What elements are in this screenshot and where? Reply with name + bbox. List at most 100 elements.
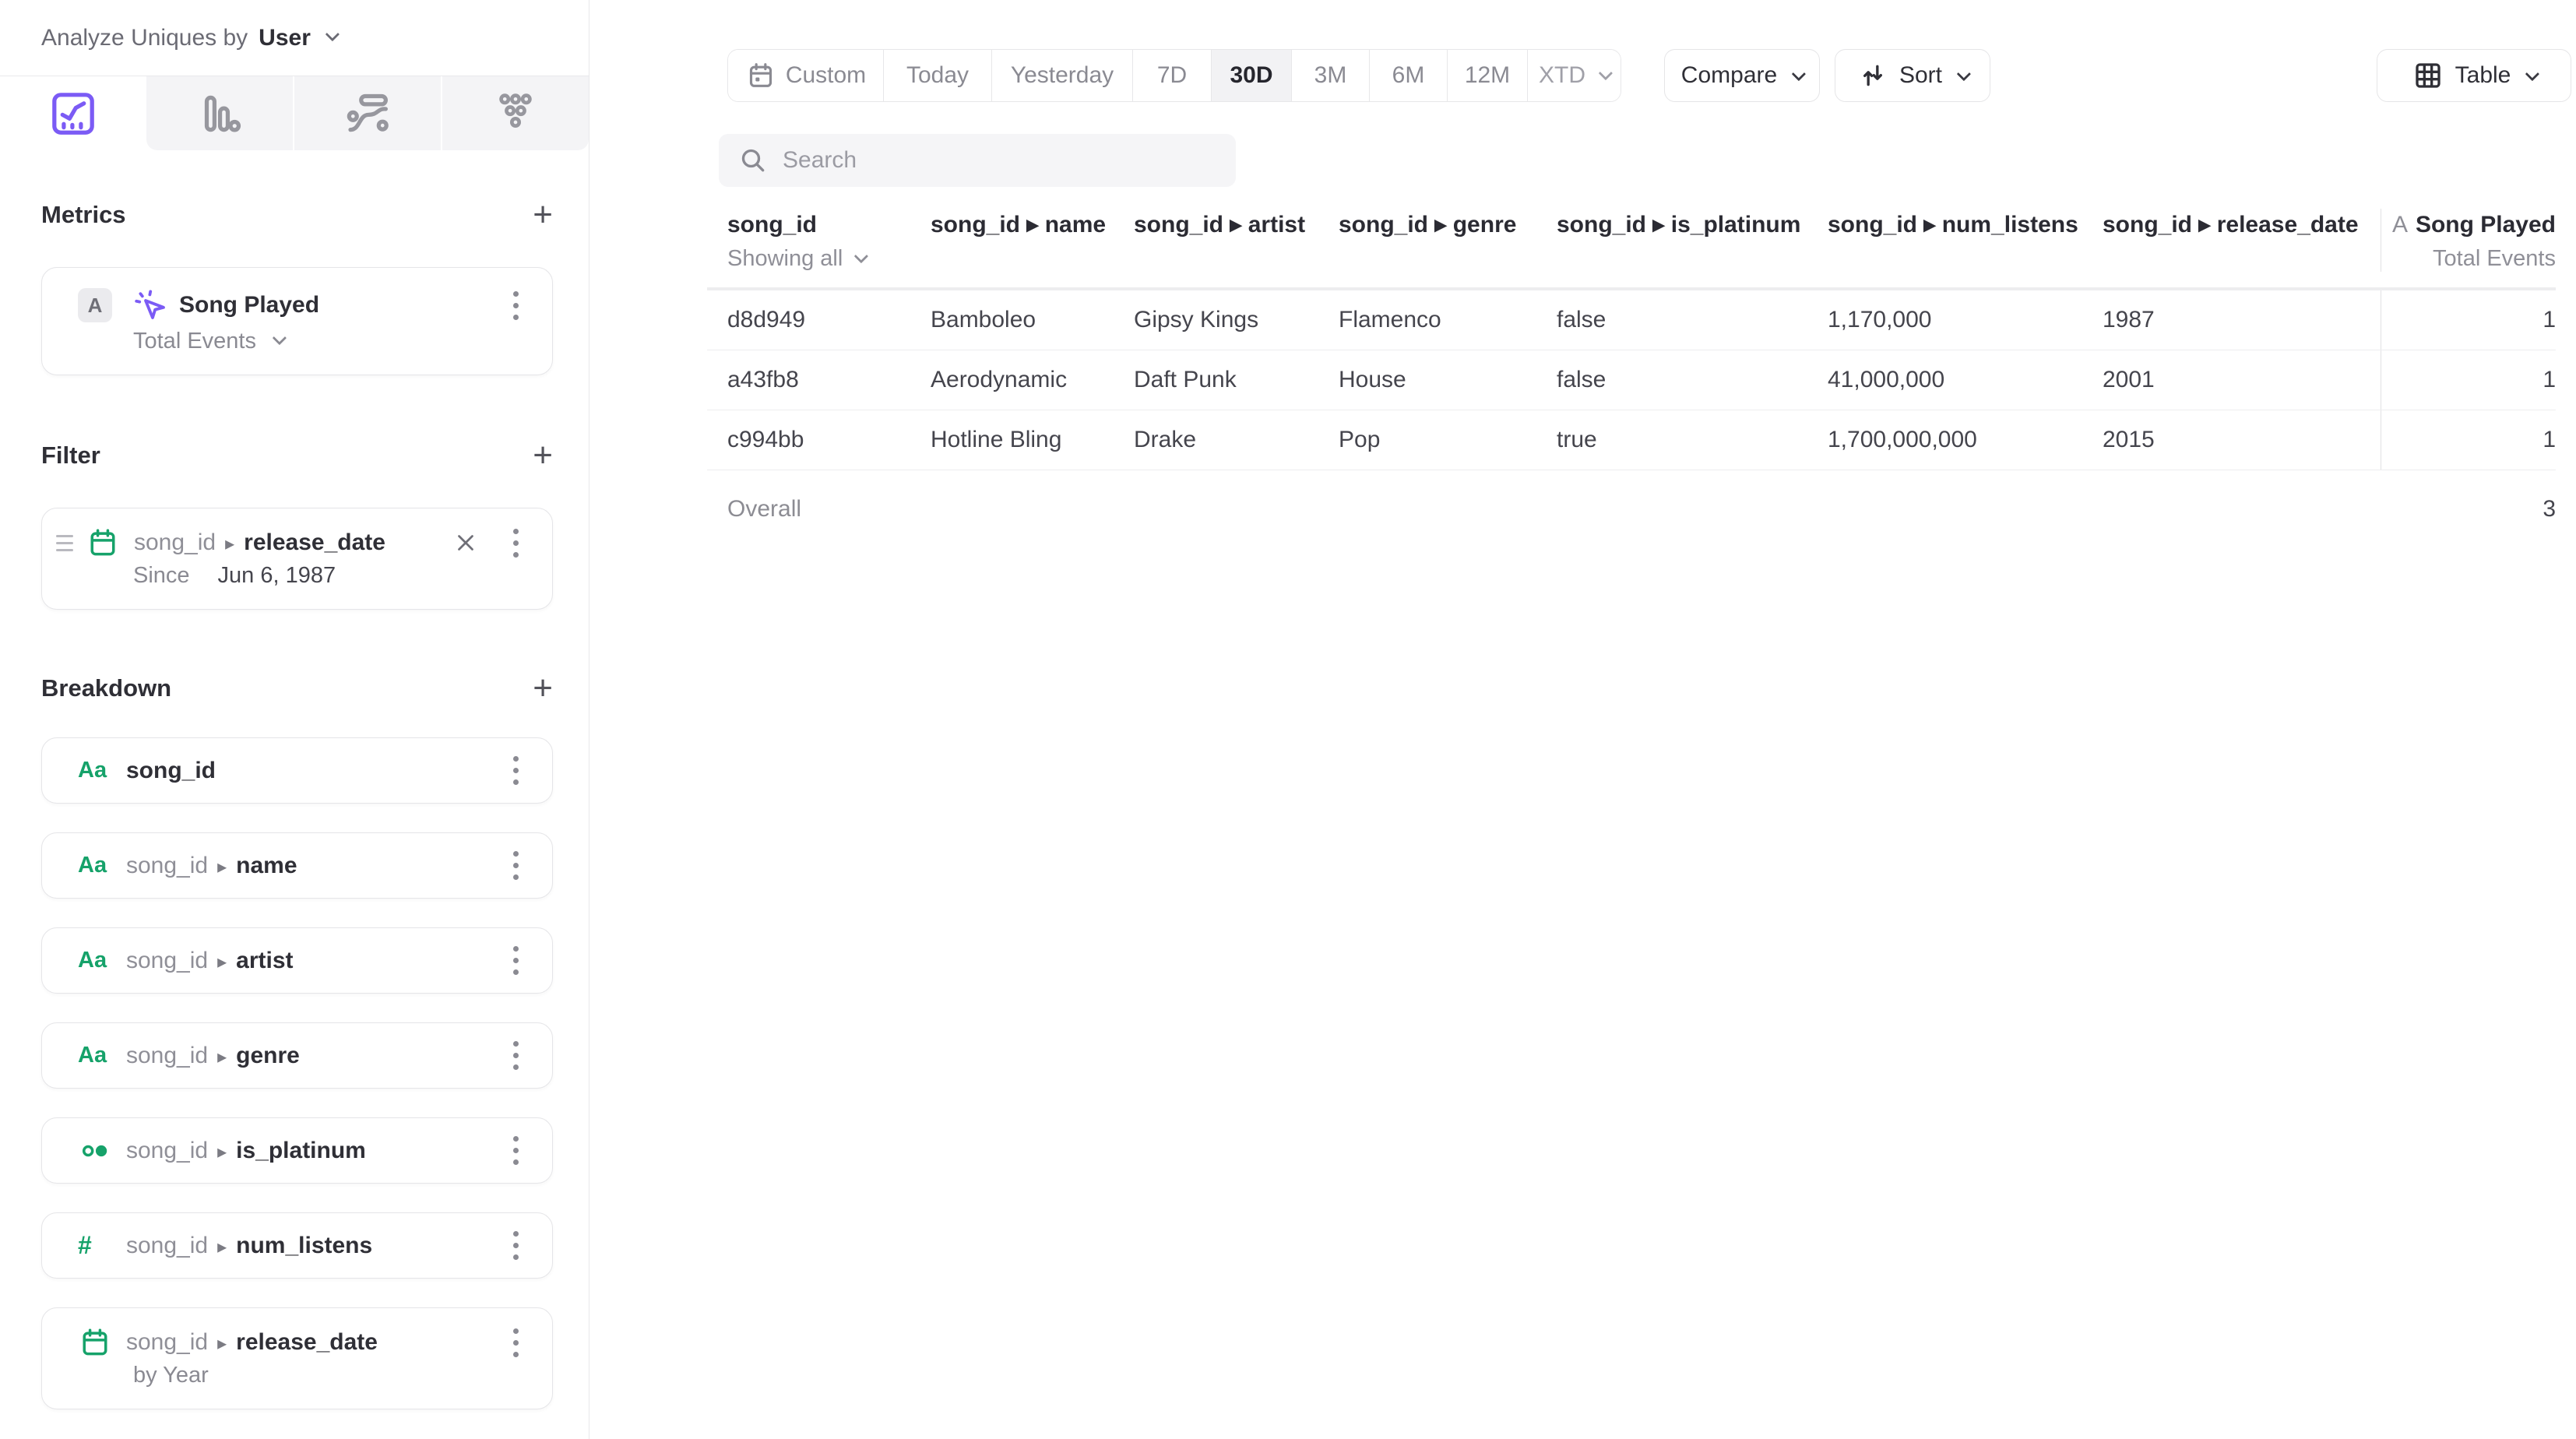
tab-bar-chart[interactable] xyxy=(146,76,293,150)
table-row[interactable]: a43fb8 Aerodynamic Daft Punk House false… xyxy=(707,350,2556,410)
breakdown-card-name[interactable]: song_id name xyxy=(41,832,553,899)
tab-insights-line[interactable] xyxy=(0,76,146,150)
metric-series-badge: A xyxy=(78,288,112,322)
string-type-icon xyxy=(78,758,115,783)
chevron-down-icon xyxy=(2525,66,2539,80)
property-prefix: song_id xyxy=(126,1043,208,1069)
add-breakdown-button[interactable] xyxy=(533,673,553,704)
metric-card[interactable]: A Song Played Total Events xyxy=(41,267,553,375)
breakdown-card-release-date[interactable]: song_id release_date by Year xyxy=(41,1307,553,1409)
metric-aggregation-dropdown[interactable]: Total Events xyxy=(133,329,256,354)
chevron-down-icon xyxy=(1792,66,1806,80)
analyze-entity-dropdown[interactable]: User xyxy=(259,25,311,51)
string-type-icon xyxy=(78,853,115,878)
tab-flows[interactable] xyxy=(293,76,441,150)
breakdown-card-artist[interactable]: song_id artist xyxy=(41,927,553,994)
range-6m[interactable]: 6M xyxy=(1369,50,1447,101)
filter-title: Filter xyxy=(41,442,100,470)
kebab-menu-icon[interactable] xyxy=(502,529,529,558)
filter-value[interactable]: Jun 6, 1987 xyxy=(218,563,336,589)
kebab-menu-icon[interactable] xyxy=(502,1328,529,1357)
date-range-picker: Custom Today Yesterday 7D 30D 3M 6M 12M … xyxy=(727,49,1621,102)
table-header-row: song_id Showing all song_id ▸ name song_… xyxy=(707,209,2556,290)
filter-card[interactable]: song_id release_date Since Jun 6, 1987 xyxy=(41,508,553,610)
number-type-icon xyxy=(78,1231,115,1260)
column-header-name[interactable]: song_id ▸ name xyxy=(931,209,1134,272)
range-7d[interactable]: 7D xyxy=(1132,50,1211,101)
breadcrumb-arrow-icon xyxy=(217,1329,227,1356)
dots-grid-icon xyxy=(490,88,541,139)
range-yesterday[interactable]: Yesterday xyxy=(991,50,1132,101)
breakdown-card-is-platinum[interactable]: song_id is_platinum xyxy=(41,1117,553,1184)
column-header-genre[interactable]: song_id ▸ genre xyxy=(1339,209,1557,272)
search-input[interactable] xyxy=(783,147,1217,174)
chevron-down-icon xyxy=(273,331,287,345)
column-header-num-listens[interactable]: song_id ▸ num_listens xyxy=(1828,209,2103,272)
add-filter-button[interactable] xyxy=(533,440,553,471)
range-today[interactable]: Today xyxy=(883,50,991,101)
property-prefix: song_id xyxy=(126,1233,208,1259)
compare-button[interactable]: Compare xyxy=(1664,49,1820,102)
breadcrumb-arrow-icon xyxy=(217,853,227,879)
filter-section-header: Filter xyxy=(41,438,553,473)
view-type-button[interactable]: Table xyxy=(2377,49,2571,102)
table-overall-row: Overall 3 xyxy=(707,470,2556,548)
breadcrumb-arrow-icon xyxy=(217,1233,227,1259)
calendar-icon xyxy=(745,60,776,91)
property-name: release_date xyxy=(236,1329,378,1356)
kebab-menu-icon[interactable] xyxy=(502,1231,529,1260)
metrics-title: Metrics xyxy=(41,201,126,229)
drag-handle-icon[interactable] xyxy=(56,535,73,551)
chevron-down-icon xyxy=(326,27,340,41)
property-name: release_date xyxy=(244,530,385,556)
breakdown-card-num-listens[interactable]: song_id num_listens xyxy=(41,1212,553,1279)
tab-dots-grid[interactable] xyxy=(441,76,589,150)
breadcrumb-arrow-icon xyxy=(217,1138,227,1164)
kebab-menu-icon[interactable] xyxy=(502,756,529,785)
property-prefix: song_id xyxy=(126,853,208,879)
column-header-song-id[interactable]: song_id Showing all xyxy=(727,209,931,272)
range-30d[interactable]: 30D xyxy=(1211,50,1291,101)
report-toolbar: Custom Today Yesterday 7D 30D 3M 6M 12M … xyxy=(707,49,2576,102)
column-header-release-date[interactable]: song_id ▸ release_date xyxy=(2103,209,2381,272)
table-search[interactable] xyxy=(719,134,1236,187)
property-name: num_listens xyxy=(236,1233,372,1259)
flows-icon xyxy=(342,88,393,139)
remove-filter-icon[interactable] xyxy=(452,530,479,556)
property-name: genre xyxy=(236,1043,300,1069)
metric-name: Song Played xyxy=(179,292,319,318)
column-header-is-platinum[interactable]: song_id ▸ is_platinum xyxy=(1557,209,1828,272)
overall-label: Overall xyxy=(727,496,931,522)
column-header-artist[interactable]: song_id ▸ artist xyxy=(1134,209,1339,272)
sort-button[interactable]: Sort xyxy=(1835,49,1990,102)
kebab-menu-icon[interactable] xyxy=(502,291,529,320)
kebab-menu-icon[interactable] xyxy=(502,946,529,975)
visualization-tabs xyxy=(0,76,589,150)
kebab-menu-icon[interactable] xyxy=(502,851,529,880)
breadcrumb-arrow-icon xyxy=(225,530,234,556)
table-grid-icon xyxy=(2412,59,2444,92)
bar-chart-icon xyxy=(194,88,245,139)
metrics-section-header: Metrics xyxy=(41,197,553,233)
range-3m[interactable]: 3M xyxy=(1291,50,1369,101)
breakdown-card-genre[interactable]: song_id genre xyxy=(41,1022,553,1089)
range-custom[interactable]: Custom xyxy=(728,50,883,101)
sort-arrows-icon xyxy=(1857,60,1888,91)
report-main: Custom Today Yesterday 7D 30D 3M 6M 12M … xyxy=(589,0,2576,1439)
add-metric-button[interactable] xyxy=(533,199,553,230)
column-header-metric[interactable]: A Song Played Total Events xyxy=(2381,209,2556,272)
kebab-menu-icon[interactable] xyxy=(502,1041,529,1070)
breakdown-card-song-id[interactable]: song_id xyxy=(41,737,553,804)
date-bucket-dropdown[interactable]: by Year xyxy=(133,1363,209,1388)
showing-all-dropdown[interactable]: Showing all xyxy=(727,246,931,272)
property-prefix: song_id xyxy=(126,1138,208,1164)
date-type-icon xyxy=(78,1325,115,1360)
kebab-menu-icon[interactable] xyxy=(502,1136,529,1165)
table-row[interactable]: d8d949 Bamboleo Gipsy Kings Flamenco fal… xyxy=(707,290,2556,350)
breakdown-section-header: Breakdown xyxy=(41,670,553,706)
range-xtd[interactable]: XTD xyxy=(1527,50,1621,101)
filter-operator-dropdown[interactable]: Since xyxy=(133,563,190,589)
table-row[interactable]: c994bb Hotline Bling Drake Pop true 1,70… xyxy=(707,410,2556,470)
property-prefix: song_id xyxy=(134,530,216,556)
range-12m[interactable]: 12M xyxy=(1447,50,1527,101)
